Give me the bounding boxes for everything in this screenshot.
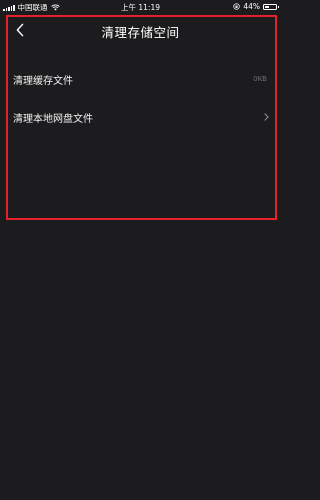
battery-icon: [263, 3, 279, 10]
chevron-right-icon: [264, 113, 269, 121]
page-title: 清理存储空间: [101, 25, 180, 40]
clear-local-disk-files-item[interactable]: 清理本地网盘文件: [0, 98, 281, 136]
clear-cache-item[interactable]: 清理缓存文件 0KB: [0, 60, 281, 98]
battery-fill: [265, 5, 270, 8]
clear-local-disk-files-label: 清理本地网盘文件: [13, 113, 93, 125]
nav-bar: 清理存储空间: [0, 14, 281, 46]
cache-size-value: 0KB: [253, 75, 267, 83]
settings-list: 清理缓存文件 0KB 清理本地网盘文件: [0, 60, 281, 136]
status-right: 44%: [233, 2, 279, 11]
clear-cache-label: 清理缓存文件: [13, 75, 73, 87]
status-bar: 中国联通 上午 11:19 44%: [0, 0, 281, 14]
rotation-lock-icon: [233, 3, 240, 10]
battery-percent: 44%: [243, 2, 260, 11]
